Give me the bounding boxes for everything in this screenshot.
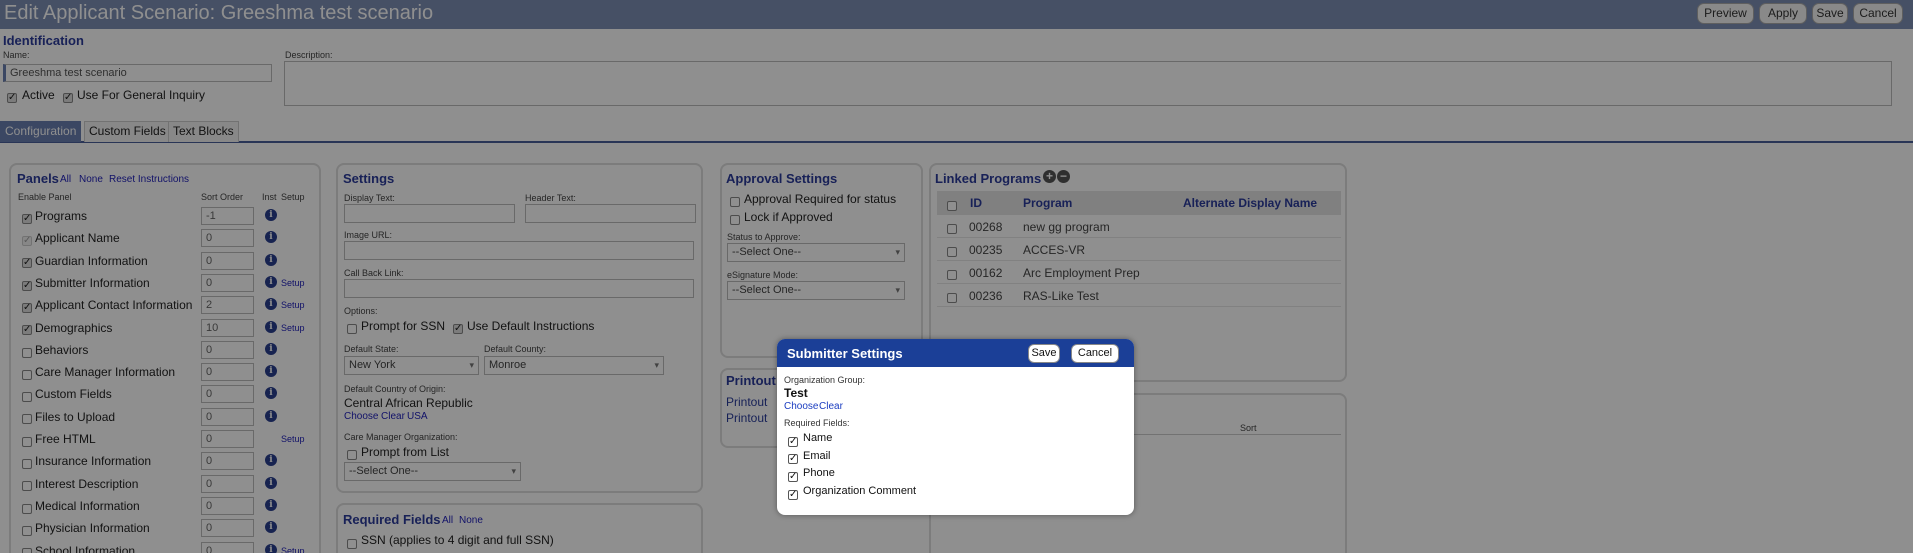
required-field-label: Organization Comment: [803, 485, 917, 498]
org-group-value: Test: [784, 386, 808, 400]
check-icon: [788, 435, 798, 449]
required-fields-label: Required Fields:: [784, 418, 850, 428]
required-field-label: Phone: [803, 467, 835, 480]
dialog-save-button[interactable]: Save: [1028, 344, 1060, 363]
required-field-row: Name: [788, 431, 1108, 449]
required-field-row: Phone: [788, 466, 1108, 484]
check-icon: [788, 470, 798, 484]
org-group-label: Organization Group:: [784, 375, 866, 385]
required-field-label: Name: [803, 432, 833, 444]
dialog-cancel-button[interactable]: Cancel: [1071, 344, 1119, 363]
required-field-checkbox[interactable]: [788, 486, 798, 504]
submitter-settings-dialog: Submitter Settings Save Cancel Organizat…: [777, 339, 1134, 515]
required-field-row: Email: [788, 449, 1108, 466]
org-choose-link[interactable]: Choose: [784, 401, 818, 412]
check-icon: [788, 452, 798, 466]
required-field-label: Email: [803, 449, 831, 462]
dialog-title: Submitter Settings: [787, 346, 903, 361]
org-clear-link[interactable]: Clear: [819, 401, 843, 412]
check-icon: [788, 488, 798, 502]
required-field-row: Organization Comment: [788, 484, 1108, 502]
required-fields-list: Name Email Phone Organization Comment: [788, 431, 1108, 511]
